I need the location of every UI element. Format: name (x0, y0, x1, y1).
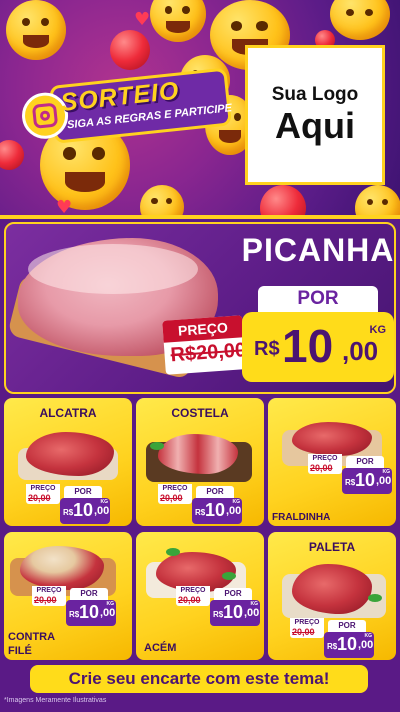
por-label: POR (70, 588, 108, 600)
fraldinha-image (292, 422, 372, 456)
heart-icon: ♥ (134, 9, 151, 30)
price-dec: ,00 (244, 607, 260, 619)
preco-label: PREÇO (158, 484, 192, 492)
por-label: POR (346, 456, 384, 468)
balloon-icon (260, 185, 306, 218)
old-price: 20,00 (160, 493, 183, 503)
price-int: 10 (79, 602, 100, 622)
unit: KG (100, 499, 109, 505)
por-label: POR (214, 588, 252, 600)
currency: R$ (213, 610, 224, 619)
product-name: COSTELA (171, 406, 229, 420)
featured-por-label: POR (258, 286, 378, 312)
product-card-costela: COSTELA PREÇO 20,00 POR R$ 10,00 KG (136, 398, 264, 526)
product-card-fraldinha: PREÇO 20,00 POR R$ 10,00 KG FRALDINHA (268, 398, 396, 526)
price-dec: ,00 (376, 475, 392, 487)
logo-line-2: Aqui (275, 105, 355, 146)
herb-icon (150, 442, 164, 450)
product-name: PALETA (308, 540, 356, 554)
old-price: 20,00 (310, 463, 333, 473)
unit: KG (106, 601, 115, 607)
featured-currency: R$ (254, 338, 280, 360)
featured-unit: KG (369, 324, 387, 336)
currency: R$ (345, 478, 356, 487)
herb-icon (166, 548, 180, 556)
sorteio-badge: SORTEIO SIGA AS REGRAS E PARTICIPE (19, 61, 238, 161)
price-dec: ,00 (226, 505, 242, 517)
price-tag: PREÇO 20,00 POR R$ 10,00 KG (26, 484, 110, 526)
unit: KG (382, 469, 391, 475)
price-dec: ,00 (358, 639, 374, 651)
preco-label: PREÇO (32, 586, 66, 594)
price-int: 10 (205, 500, 226, 520)
contra-file-image (20, 546, 104, 590)
emoji-icon (150, 0, 206, 42)
featured-old-price-tag: PREÇO R$20,00 (162, 315, 247, 375)
unit: KG (232, 499, 241, 505)
balloon-icon (110, 30, 150, 70)
product-name: FRALDINHA (272, 512, 331, 523)
product-name: ACÉM (144, 642, 177, 654)
currency: R$ (69, 610, 80, 619)
price-int: 10 (223, 602, 244, 622)
por-label: POR (64, 486, 102, 498)
unit: KG (250, 601, 259, 607)
price-tag: PREÇO 20,00 POR R$ 10,00 KG (308, 454, 392, 504)
price-int: 10 (337, 634, 358, 654)
featured-preco-label: PREÇO (162, 315, 244, 343)
price-tag: PREÇO 20,00 POR R$ 10,00 KG (32, 586, 116, 636)
old-price: 20,00 (292, 627, 315, 637)
herb-icon (368, 594, 382, 602)
featured-price-dec: ,00 (342, 336, 379, 366)
product-card-paleta: PALETA PREÇO 20,00 POR R$ 10,00 KG (268, 532, 396, 660)
product-name: CONTRA FILÉ (8, 631, 55, 657)
por-label: POR (328, 620, 366, 632)
product-name: ALCATRA (39, 406, 97, 420)
costela-image (158, 434, 238, 474)
preco-label: PREÇO (308, 454, 342, 462)
emoji-icon (6, 0, 66, 60)
price-int: 10 (73, 500, 94, 520)
price-dec: ,00 (94, 505, 110, 517)
price-tag: PREÇO 20,00 POR R$ 10,00 KG (290, 618, 374, 660)
preco-label: PREÇO (176, 586, 210, 594)
price-dec: ,00 (100, 607, 116, 619)
cta-button[interactable]: Crie seu encarte com este tema! (30, 665, 368, 693)
footnote: *Imagens Meramente Ilustrativas (4, 697, 107, 704)
featured-name: PICANHA (241, 232, 395, 268)
emoji-icon (355, 185, 400, 218)
emoji-icon (330, 0, 390, 40)
featured-price-tag: R$ 10 ,00 KG (242, 312, 394, 382)
divider (0, 215, 400, 219)
alcatra-image (26, 432, 114, 476)
product-card-alcatra: ALCATRA PREÇO 20,00 POR R$ 10,00 KG (4, 398, 132, 526)
emoji-icon (140, 185, 184, 218)
old-price: 20,00 (28, 493, 51, 503)
old-price: 20,00 (178, 595, 201, 605)
hero-banner: ♥ ♥ ♥ SORTEIO SIGA AS REGRAS E PARTICIPE… (0, 0, 400, 218)
featured-old-price: R$20,00 (169, 339, 247, 367)
price-int: 10 (355, 470, 376, 490)
featured-product: PICANHA POR PREÇO R$20,00 R$ 10 ,00 KG (4, 222, 396, 394)
featured-price-int: 10 (282, 320, 334, 372)
price-tag: PREÇO 20,00 POR R$ 10,00 KG (176, 586, 260, 636)
herb-icon (222, 572, 236, 580)
currency: R$ (327, 642, 338, 651)
currency: R$ (63, 508, 74, 517)
product-card-acem: PREÇO 20,00 POR R$ 10,00 KG ACÉM (136, 532, 264, 660)
unit: KG (364, 633, 373, 639)
preco-label: PREÇO (290, 618, 324, 626)
old-price: 20,00 (34, 595, 57, 605)
currency: R$ (195, 508, 206, 517)
balloon-icon (0, 140, 24, 170)
paleta-image (292, 564, 372, 614)
logo-placeholder: Sua Logo Aqui (245, 45, 385, 185)
logo-line-1: Sua Logo (271, 84, 359, 105)
preco-label: PREÇO (26, 484, 60, 492)
heart-icon: ♥ (56, 197, 73, 218)
product-card-contra-file: PREÇO 20,00 POR R$ 10,00 KG CONTRA FILÉ (4, 532, 132, 660)
price-tag: PREÇO 20,00 POR R$ 10,00 KG (158, 484, 242, 526)
por-label: POR (196, 486, 234, 498)
